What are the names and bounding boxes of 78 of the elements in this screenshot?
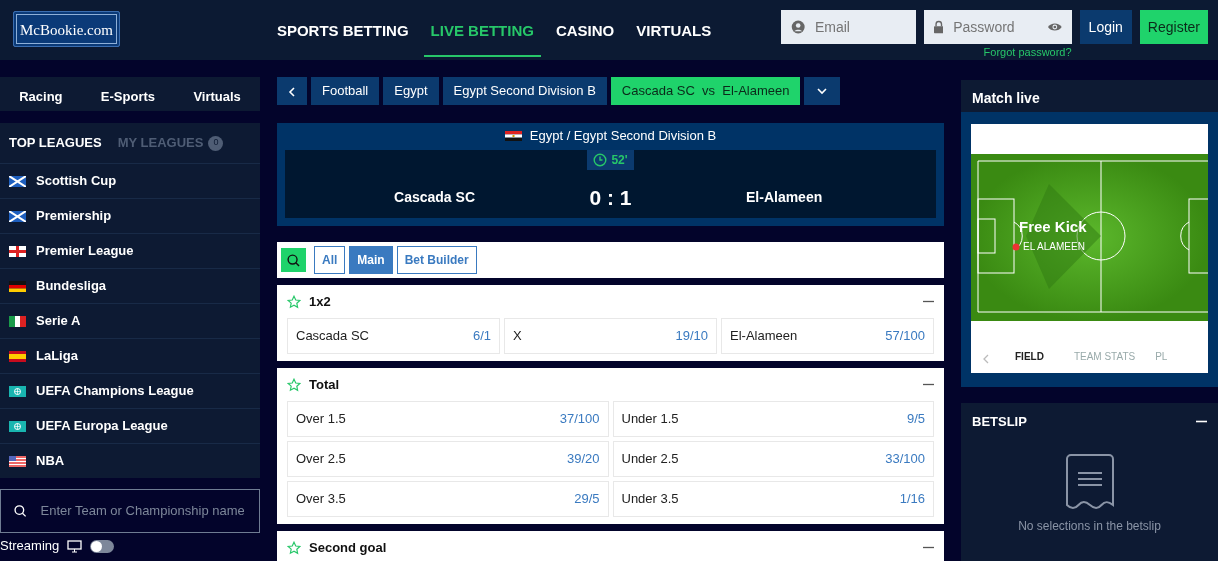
- flag-icon: [9, 315, 26, 327]
- filter-tab[interactable]: Main: [349, 246, 393, 274]
- market-title: Second goal: [309, 538, 387, 557]
- search-icon: [14, 504, 27, 518]
- chevron-down-icon: [817, 88, 828, 96]
- flag-icon: [504, 131, 522, 141]
- odds-button[interactable]: Cascada SC 6/1: [287, 318, 500, 354]
- match-clock: 52': [587, 150, 634, 170]
- back-icon: [288, 86, 296, 97]
- login-button[interactable]: Login: [1079, 10, 1132, 45]
- email-field[interactable]: Email: [780, 10, 916, 45]
- league-item[interactable]: NBA: [0, 443, 260, 478]
- flag-icon: [9, 350, 26, 362]
- league-item[interactable]: UEFA Champions League: [0, 373, 260, 408]
- flag-icon: [9, 280, 26, 292]
- league-item[interactable]: Bundesliga: [0, 268, 260, 303]
- odds-button[interactable]: Over 3.5 29/5: [287, 481, 609, 517]
- dropdown-button[interactable]: [804, 77, 841, 105]
- league-item[interactable]: UEFA Europa League: [0, 408, 260, 443]
- odds-button[interactable]: Under 1.5 9/5: [612, 401, 934, 437]
- flag-icon: [9, 245, 26, 257]
- team-label: EL ALAMEEN: [1023, 240, 1085, 254]
- breadcrumb-link[interactable]: Egypt: [383, 77, 439, 105]
- flag-icon: [9, 420, 26, 432]
- sport-link[interactable]: Virtuals: [193, 77, 241, 111]
- empty-message: No selections in the betslip: [1018, 517, 1161, 535]
- event-title: Free Kick: [1019, 217, 1087, 237]
- search-input[interactable]: Enter Team or Championship name: [38, 500, 246, 522]
- odds-button[interactable]: Over 2.5 39/20: [287, 441, 609, 477]
- breadcrumb-link[interactable]: Cascada SC vs El-Alameen: [610, 77, 801, 105]
- market-title: 1x2: [309, 292, 331, 311]
- league-item[interactable]: Serie A: [0, 303, 260, 338]
- team-name: Cascada SC: [393, 188, 475, 208]
- logo[interactable]: McBookie.com: [13, 11, 120, 47]
- sport-link[interactable]: Racing: [19, 77, 63, 111]
- streaming-label: Streaming: [0, 538, 60, 554]
- streaming-toggle[interactable]: [90, 539, 115, 553]
- league-item[interactable]: LaLiga: [0, 338, 260, 373]
- league-item[interactable]: Premier League: [0, 233, 260, 268]
- panel-title: BETSLIP: [972, 413, 1027, 431]
- odds-button[interactable]: X 19/10: [504, 318, 717, 354]
- league-item[interactable]: Premiership: [0, 198, 260, 233]
- competition-title: Egypt / Egypt Second Division B: [529, 127, 717, 146]
- forgot-password-link[interactable]: Forgot password?: [983, 44, 1072, 61]
- search-button[interactable]: [281, 248, 306, 272]
- team-name: El-Alameen: [746, 188, 824, 208]
- password-input[interactable]: Password: [951, 15, 1040, 39]
- back-button[interactable]: [277, 77, 307, 105]
- league-tab[interactable]: TOP LEAGUES: [9, 133, 102, 153]
- search-field[interactable]: Enter Team or Championship name: [0, 489, 260, 533]
- nav-tab[interactable]: SPORTS BETTING: [269, 3, 416, 57]
- breadcrumb-link[interactable]: Egypt Second Division B: [442, 77, 607, 105]
- nav-tab[interactable]: VIRTUALS: [629, 3, 719, 57]
- odds-button[interactable]: Over 1.5 37/100: [287, 401, 609, 437]
- nav-tab[interactable]: CASINO: [548, 3, 622, 57]
- odds-button[interactable]: Under 3.5 1/16: [612, 481, 934, 517]
- odds-button[interactable]: El-Alameen 57/100: [721, 318, 934, 354]
- sport-link[interactable]: E-Sports: [100, 77, 156, 111]
- breadcrumb-link[interactable]: Football: [311, 77, 380, 105]
- password-field[interactable]: Password: [923, 10, 1072, 45]
- flag-icon: [9, 210, 26, 222]
- widget-tab[interactable]: FIELD: [995, 345, 1064, 373]
- register-button[interactable]: Register: [1139, 10, 1208, 45]
- odds-button[interactable]: Under 2.5 33/100: [612, 441, 934, 477]
- market-title: Total: [309, 375, 340, 394]
- panel-title: Match live: [961, 80, 1218, 112]
- monitor-icon: [67, 539, 83, 553]
- nav-tab[interactable]: LIVE BETTING: [423, 3, 541, 57]
- score: 0 : 1: [588, 185, 633, 211]
- league-item[interactable]: Scottish Cup: [0, 163, 260, 198]
- email-input[interactable]: Email: [812, 15, 906, 39]
- filter-tab[interactable]: All: [314, 246, 346, 274]
- flag-icon: [9, 175, 26, 187]
- flag-icon: [9, 455, 26, 467]
- filter-tab[interactable]: Bet Builder: [396, 246, 477, 274]
- clock-icon: [593, 153, 608, 167]
- flag-icon: [9, 385, 26, 397]
- search-icon: [287, 253, 300, 267]
